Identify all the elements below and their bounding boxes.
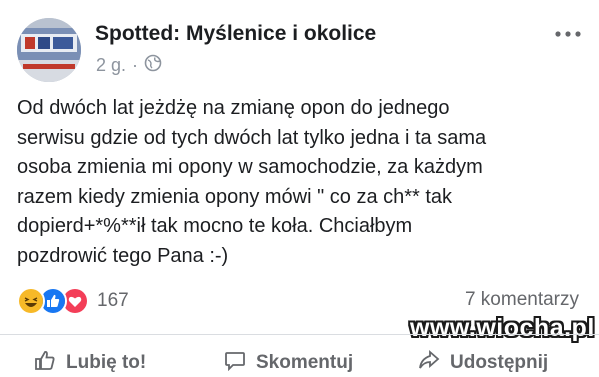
post-time[interactable]: 2 g. bbox=[96, 55, 126, 76]
post-text-line: osoba zmienia mi opony w samochodzie, za… bbox=[17, 156, 483, 178]
post-text-line: pozdrowić tego Pana :-) bbox=[17, 244, 229, 267]
post-text-line: dopierd+*%**ił tak mocno te koła. Chciał… bbox=[17, 215, 413, 237]
post-author[interactable]: Spotted: Myślenice i okolice bbox=[95, 22, 376, 46]
post-text-line: serwisu gdzie od tych dwóch lat tylko je… bbox=[17, 126, 487, 149]
share-label: Udostępnij bbox=[450, 352, 549, 373]
reactions-summary[interactable]: 167 bbox=[17, 287, 129, 315]
post-text-line: razem kiedy zmienia opony mówi " co za c… bbox=[17, 185, 453, 208]
post-text-line: Od dwóch lat jeżdżę na zmianę opon do je… bbox=[17, 97, 450, 119]
share-button[interactable]: Udostępnij bbox=[418, 349, 548, 377]
share-icon bbox=[418, 349, 440, 377]
meta-separator: · bbox=[132, 55, 139, 75]
page-avatar[interactable] bbox=[17, 18, 81, 82]
action-bar: Lubię to! Skomentuj Udostępnij bbox=[0, 334, 599, 373]
comment-icon bbox=[224, 349, 246, 377]
globe-icon bbox=[144, 54, 162, 77]
post-text: Od dwóch lat jeżdżę na zmianę opon do je… bbox=[17, 94, 582, 271]
comments-count[interactable]: 7 komentarzy bbox=[465, 289, 579, 311]
post-meta: 2 g. · bbox=[96, 54, 162, 77]
like-button[interactable]: Lubię to! bbox=[34, 349, 146, 377]
comment-label: Skomentuj bbox=[256, 352, 354, 373]
comment-button[interactable]: Skomentuj bbox=[224, 349, 353, 377]
more-options-icon[interactable] bbox=[553, 24, 583, 44]
thumbs-up-icon bbox=[34, 349, 56, 377]
haha-icon bbox=[17, 287, 45, 315]
like-label: Lubię to! bbox=[66, 352, 147, 373]
reaction-count[interactable]: 167 bbox=[97, 290, 129, 312]
